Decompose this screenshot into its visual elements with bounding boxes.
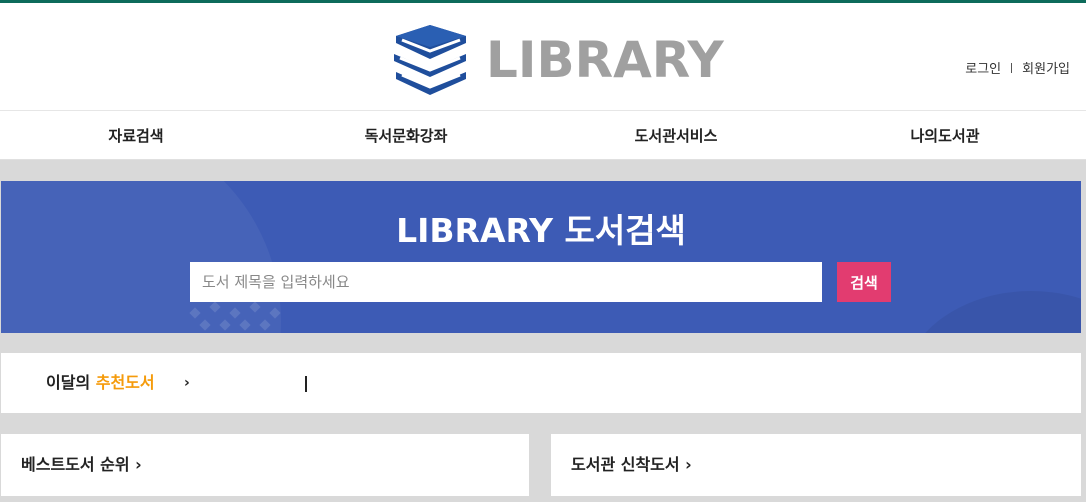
nav-item-reading-culture[interactable]: 독서문화강좌 bbox=[365, 111, 448, 161]
nav-item-search[interactable]: 자료검색 bbox=[108, 111, 163, 161]
auth-links: 로그인 회원가입 bbox=[965, 58, 1070, 77]
search-button[interactable]: 검색 bbox=[837, 262, 891, 302]
banner-decoration bbox=[1, 181, 281, 333]
new-books-panel: 도서관 신착도서 › bbox=[551, 434, 1081, 496]
recommend-label: 이달의 추천도서 bbox=[46, 353, 155, 413]
banner-decoration bbox=[901, 291, 1081, 333]
text-cursor-bar bbox=[305, 376, 307, 392]
nav-item-library-service[interactable]: 도서관서비스 bbox=[635, 111, 718, 161]
recommend-label-highlight: 추천도서 bbox=[95, 373, 155, 392]
signup-link[interactable]: 회원가입 bbox=[1022, 58, 1070, 77]
new-books-title[interactable]: 도서관 신착도서 › bbox=[571, 434, 692, 496]
recommend-section: 이달의 추천도서 › bbox=[1, 353, 1081, 413]
main-nav: 자료검색 독서문화강좌 도서관서비스 나의도서관 bbox=[0, 110, 1086, 160]
auth-separator bbox=[1011, 62, 1013, 73]
logo-text: LIBRARY bbox=[486, 31, 724, 89]
books-stack-icon bbox=[394, 25, 466, 95]
best-books-panel: 베스트도서 순위 › bbox=[1, 434, 529, 496]
search-title: LIBRARY 도서검색 bbox=[396, 211, 686, 250]
chevron-right-icon[interactable]: › bbox=[184, 353, 190, 413]
search-input[interactable] bbox=[190, 262, 822, 302]
nav-item-my-library[interactable]: 나의도서관 bbox=[910, 111, 979, 161]
best-books-title[interactable]: 베스트도서 순위 › bbox=[21, 434, 142, 496]
site-header: LIBRARY 로그인 회원가입 bbox=[0, 3, 1086, 110]
login-link[interactable]: 로그인 bbox=[965, 58, 1001, 77]
recommend-label-prefix: 이달의 bbox=[46, 373, 96, 392]
search-banner: LIBRARY 도서검색 검색 bbox=[1, 181, 1081, 333]
site-logo[interactable]: LIBRARY bbox=[392, 23, 724, 97]
